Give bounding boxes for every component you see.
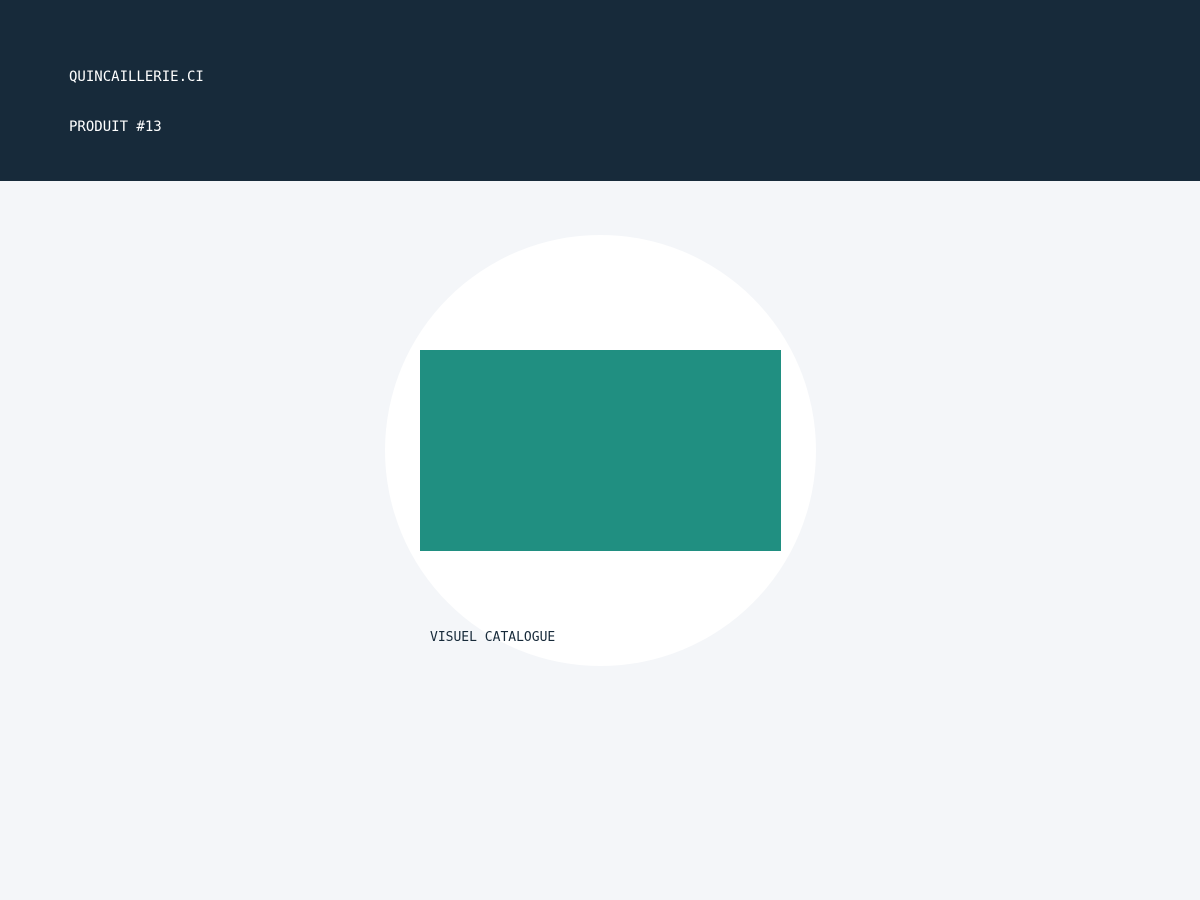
brand-name[interactable]: QUINCAILLERIE.CI: [69, 68, 204, 86]
product-number: PRODUIT #13: [69, 119, 162, 135]
site-header: QUINCAILLERIE.CI PRODUIT #13: [0, 0, 1200, 181]
catalog-visual-caption: VISUEL CATALOGUE: [430, 630, 556, 645]
catalog-visual-image: [420, 350, 781, 551]
